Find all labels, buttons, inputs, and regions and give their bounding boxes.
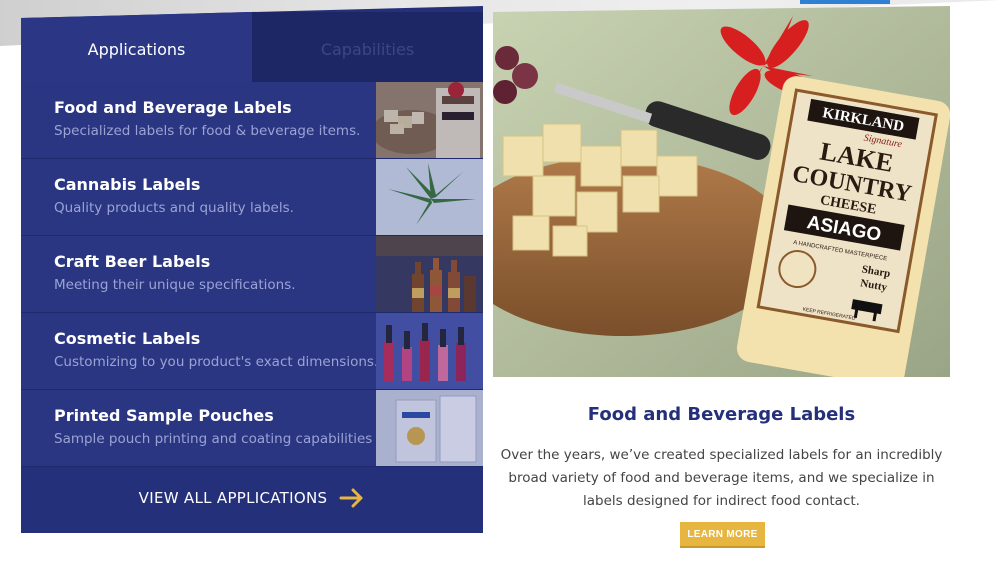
- item-description: Meeting their unique specifications.: [54, 277, 296, 293]
- list-item-food-beverage[interactable]: Food and Beverage Labels Specialized lab…: [21, 82, 483, 159]
- bottles-icon: [376, 236, 483, 312]
- item-title: Craft Beer Labels: [54, 252, 211, 271]
- arrow-right-icon: [339, 488, 363, 508]
- feature-title: Food and Beverage Labels: [587, 404, 856, 425]
- view-all-label: VIEW ALL APPLICATIONS: [138, 489, 328, 507]
- cheese-icon: [376, 82, 483, 158]
- item-title: Food and Beverage Labels: [54, 98, 292, 117]
- item-description: Customizing to you product's exact dimen…: [54, 354, 379, 370]
- list-item-craft-beer[interactable]: Craft Beer Labels Meeting their unique s…: [21, 236, 483, 313]
- list-item-cosmetic[interactable]: Cosmetic Labels Customizing to you produ…: [21, 313, 483, 390]
- tab-bar: Applications Capabilities: [21, 12, 483, 87]
- feature-description: Over the years, we’ve created specialize…: [500, 447, 943, 509]
- tab-capabilities[interactable]: Capabilities: [252, 12, 483, 87]
- applications-list: Food and Beverage Labels Specialized lab…: [21, 82, 483, 467]
- pouch-icon: [376, 390, 483, 466]
- item-description: Sample pouch printing and coating capabi…: [54, 431, 373, 447]
- top-accent-bar: [800, 0, 890, 4]
- item-title: Printed Sample Pouches: [54, 406, 274, 425]
- feature-image: KIRKLAND Signature LAKE COUNTRY CHEESE A…: [493, 6, 950, 377]
- applications-panel: Applications Capabilities Food and Bever…: [21, 6, 483, 533]
- tab-applications[interactable]: Applications: [21, 12, 252, 87]
- item-title: Cannabis Labels: [54, 175, 201, 194]
- learn-more-button[interactable]: LEARN MORE: [680, 522, 765, 548]
- item-description: Quality products and quality labels.: [54, 200, 294, 216]
- list-item-cannabis[interactable]: Cannabis Labels Quality products and qua…: [21, 159, 483, 236]
- nail-polish-icon: [376, 313, 483, 389]
- list-item-sample-pouches[interactable]: Printed Sample Pouches Sample pouch prin…: [21, 390, 483, 467]
- view-all-applications-link[interactable]: VIEW ALL APPLICATIONS: [21, 464, 483, 532]
- item-description: Specialized labels for food & beverage i…: [54, 123, 361, 139]
- item-title: Cosmetic Labels: [54, 329, 201, 348]
- leaf-icon: [376, 159, 483, 235]
